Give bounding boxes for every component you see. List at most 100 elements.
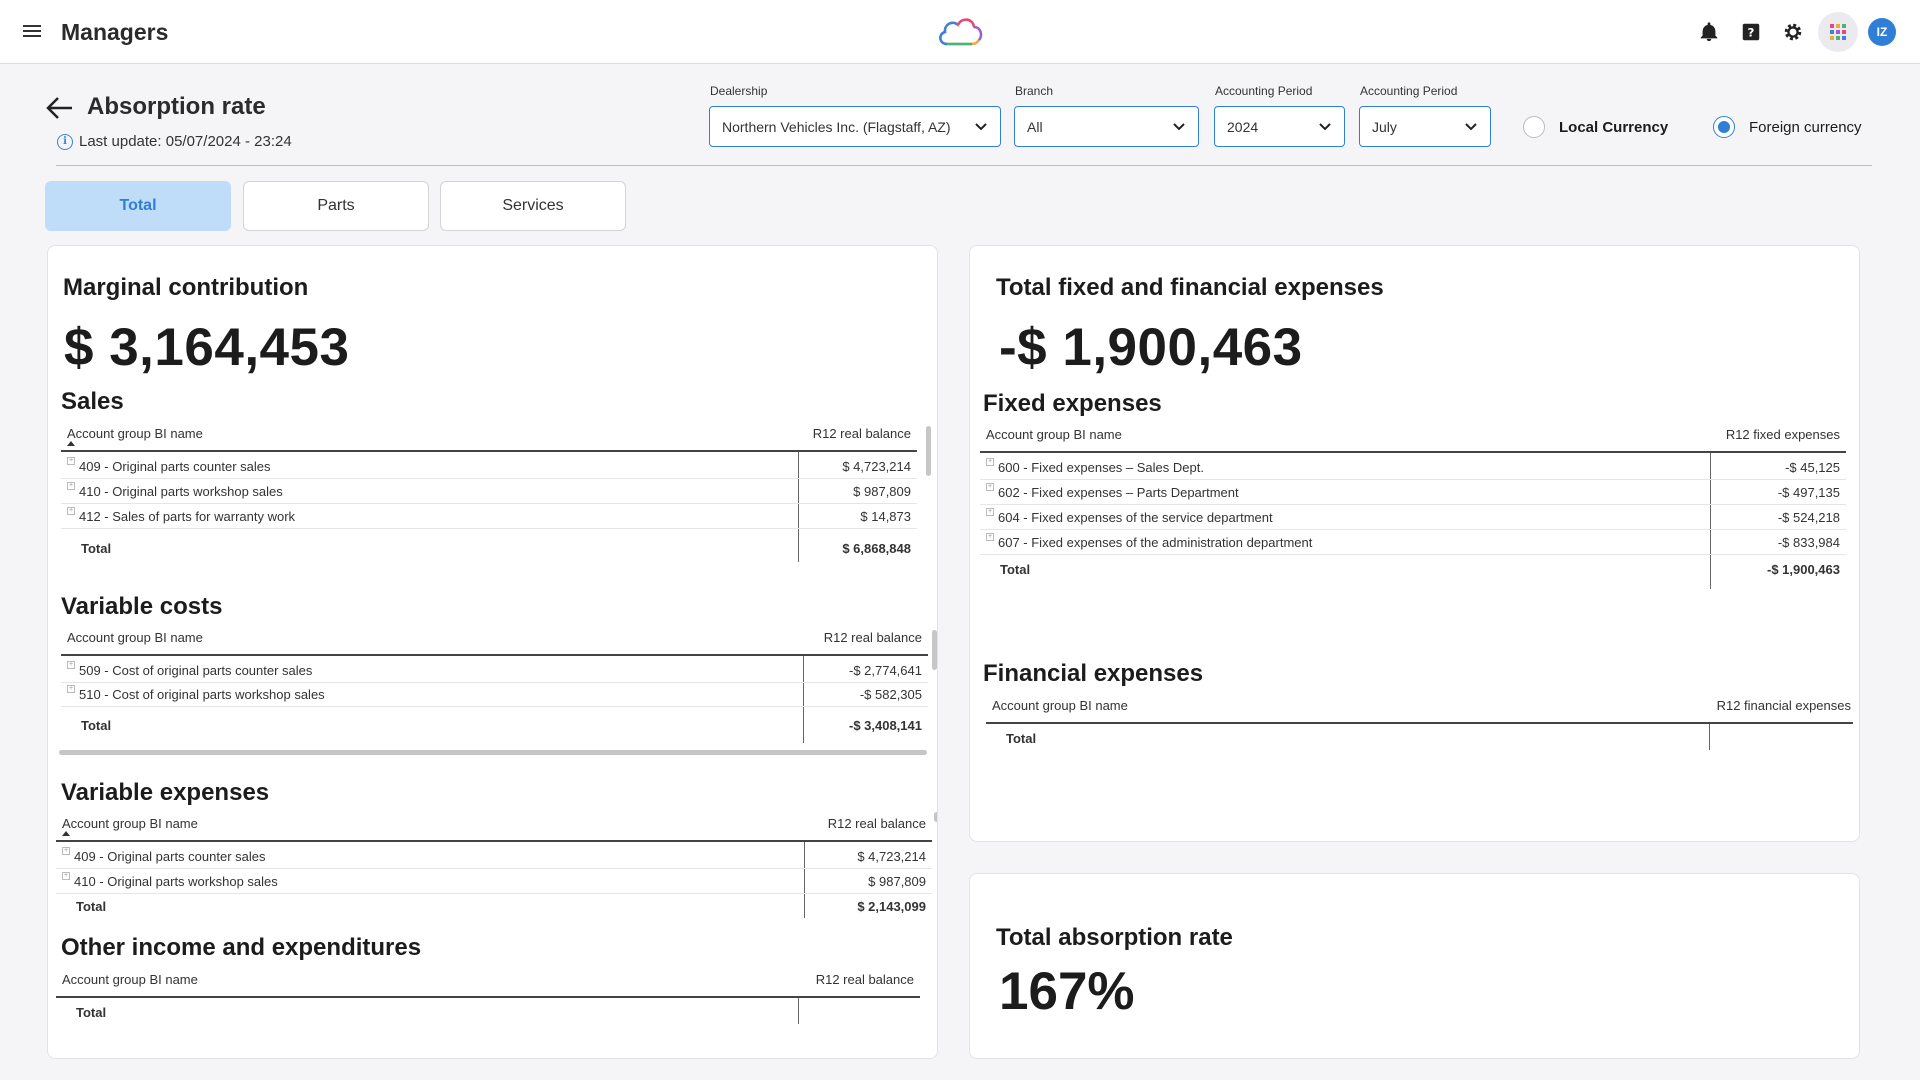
column-header[interactable]: Account group BI name xyxy=(67,426,203,441)
total-label: Total xyxy=(76,899,107,914)
tab-total[interactable]: Total xyxy=(45,181,231,231)
back-arrow-icon[interactable] xyxy=(45,95,75,121)
table-row[interactable]: + 509 - Cost of original parts counter s… xyxy=(61,658,928,683)
local-currency-radio[interactable] xyxy=(1523,116,1545,138)
financial-expenses-title: Financial expenses xyxy=(983,660,1204,687)
column-header[interactable]: Account group BI name xyxy=(62,972,198,987)
table-row[interactable]: + 412 - Sales of parts for warranty work… xyxy=(61,504,917,529)
absorption-rate-card: Total absorption rate 167% xyxy=(969,873,1860,1059)
table-row[interactable]: + 409 - Original parts counter sales $ 4… xyxy=(56,844,932,869)
apps-grid-icon[interactable] xyxy=(1818,12,1858,52)
row-value: $ 987,809 xyxy=(868,874,926,889)
dealership-value: Northern Vehicles Inc. (Flagstaff, AZ) xyxy=(722,118,951,135)
marginal-contribution-title: Marginal contribution xyxy=(63,274,309,301)
other-income-title: Other income and expenditures xyxy=(61,934,422,961)
variable-costs-table: Account group BI name R12 real balance +… xyxy=(61,626,928,746)
period-year-select[interactable]: 2024 xyxy=(1214,106,1345,147)
total-value: $ 6,868,848 xyxy=(842,541,911,556)
tab-parts[interactable]: Parts xyxy=(243,181,429,231)
total-label: Total xyxy=(76,1005,107,1020)
table-row[interactable]: + 604 - Fixed expenses of the service de… xyxy=(980,505,1846,530)
vertical-scrollbar[interactable] xyxy=(934,812,937,822)
branch-select[interactable]: All xyxy=(1014,106,1199,147)
expand-icon[interactable]: + xyxy=(986,533,994,541)
bell-icon[interactable] xyxy=(1688,14,1730,50)
tab-services[interactable]: Services xyxy=(440,181,626,231)
cloud-logo-icon xyxy=(939,18,983,46)
table-row[interactable]: + 409 - Original parts counter sales $ 4… xyxy=(61,454,917,479)
table-header: Account group BI name R12 financial expe… xyxy=(986,694,1853,724)
chevron-down-icon xyxy=(975,122,987,130)
column-header[interactable]: R12 financial expenses xyxy=(1717,698,1851,713)
sales-title: Sales xyxy=(61,388,124,415)
vertical-scrollbar[interactable] xyxy=(932,630,937,670)
sales-table: Account group BI name R12 real balance +… xyxy=(61,422,917,564)
column-header[interactable]: Account group BI name xyxy=(67,630,203,645)
expand-icon[interactable]: + xyxy=(62,872,70,880)
fixed-financial-value: -$ 1,900,463 xyxy=(999,318,1303,377)
total-row: Total -$ 3,408,141 xyxy=(61,713,928,738)
row-value: -$ 524,218 xyxy=(1777,510,1840,525)
table-header: Account group BI name R12 real balance xyxy=(56,968,920,998)
table-row[interactable]: + 600 - Fixed expenses – Sales Dept. -$ … xyxy=(980,455,1846,480)
menu-icon[interactable] xyxy=(20,22,44,42)
last-update: i Last update: 05/07/2024 - 23:24 xyxy=(57,133,292,150)
variable-expenses-table: Account group BI name R12 real balance +… xyxy=(56,812,932,922)
page-title: Absorption rate xyxy=(87,93,266,120)
top-bar: Managers ? IZ xyxy=(0,0,1920,64)
expand-icon[interactable]: + xyxy=(62,847,70,855)
expand-icon[interactable]: + xyxy=(67,507,75,515)
table-header: Account group BI name R12 fixed expenses xyxy=(980,423,1846,453)
table-row[interactable]: + 410 - Original parts workshop sales $ … xyxy=(61,479,917,504)
period-month-value: July xyxy=(1372,118,1397,135)
expand-icon[interactable]: + xyxy=(986,508,994,516)
horizontal-scrollbar[interactable] xyxy=(59,750,927,755)
svg-text:?: ? xyxy=(1748,26,1755,40)
column-header[interactable]: Account group BI name xyxy=(986,427,1122,442)
row-value: -$ 45,125 xyxy=(1785,460,1840,475)
total-row: Total -$ 1,900,463 xyxy=(980,557,1846,582)
row-name: 410 - Original parts workshop sales xyxy=(74,874,278,889)
column-header[interactable]: Account group BI name xyxy=(62,816,198,831)
local-currency-label: Local Currency xyxy=(1559,118,1669,136)
column-header[interactable]: Account group BI name xyxy=(992,698,1128,713)
expand-icon[interactable]: + xyxy=(67,685,75,693)
expand-icon[interactable]: + xyxy=(67,661,75,669)
app-title: Managers xyxy=(61,19,169,45)
table-row[interactable]: + 510 - Cost of original parts workshop … xyxy=(61,682,928,707)
period-month-select[interactable]: July xyxy=(1359,106,1491,147)
gear-icon[interactable] xyxy=(1772,14,1814,50)
other-income-table: Account group BI name R12 real balance T… xyxy=(56,968,920,1048)
variable-costs-title: Variable costs xyxy=(61,593,223,620)
column-header[interactable]: R12 fixed expenses xyxy=(1726,427,1840,442)
table-header: Account group BI name R12 real balance xyxy=(61,626,928,656)
row-name: 607 - Fixed expenses of the administrati… xyxy=(998,535,1313,550)
vertical-scrollbar[interactable] xyxy=(926,426,931,476)
expand-icon[interactable]: + xyxy=(67,457,75,465)
sort-ascending-icon[interactable] xyxy=(62,831,70,836)
help-icon[interactable]: ? xyxy=(1730,14,1772,50)
column-header[interactable]: R12 real balance xyxy=(813,426,911,441)
table-row[interactable]: + 410 - Original parts workshop sales $ … xyxy=(56,869,932,894)
column-header[interactable]: R12 real balance xyxy=(828,816,926,831)
expand-icon[interactable]: + xyxy=(67,482,75,490)
foreign-currency-radio[interactable] xyxy=(1713,116,1735,138)
period-year-value: 2024 xyxy=(1227,118,1259,135)
sort-ascending-icon[interactable] xyxy=(67,441,75,446)
foreign-currency-option[interactable]: Foreign currency xyxy=(1713,116,1862,138)
total-value: -$ 1,900,463 xyxy=(1766,562,1840,577)
table-row[interactable]: + 602 - Fixed expenses – Parts Departmen… xyxy=(980,480,1846,505)
expand-icon[interactable]: + xyxy=(986,458,994,466)
column-header[interactable]: R12 real balance xyxy=(816,972,914,987)
total-value: -$ 3,408,141 xyxy=(848,718,922,733)
row-name: 600 - Fixed expenses – Sales Dept. xyxy=(998,460,1204,475)
table-row[interactable]: + 607 - Fixed expenses of the administra… xyxy=(980,530,1846,555)
expand-icon[interactable]: + xyxy=(986,483,994,491)
user-avatar[interactable]: IZ xyxy=(1868,18,1896,46)
dealership-select[interactable]: Northern Vehicles Inc. (Flagstaff, AZ) xyxy=(709,106,1001,147)
column-header[interactable]: R12 real balance xyxy=(824,630,922,645)
last-update-text: Last update: 05/07/2024 - 23:24 xyxy=(79,133,292,150)
local-currency-option[interactable]: Local Currency xyxy=(1523,116,1668,138)
period-month-label: Accounting Period xyxy=(1360,84,1458,98)
fixed-financial-title: Total fixed and financial expenses xyxy=(996,274,1384,301)
